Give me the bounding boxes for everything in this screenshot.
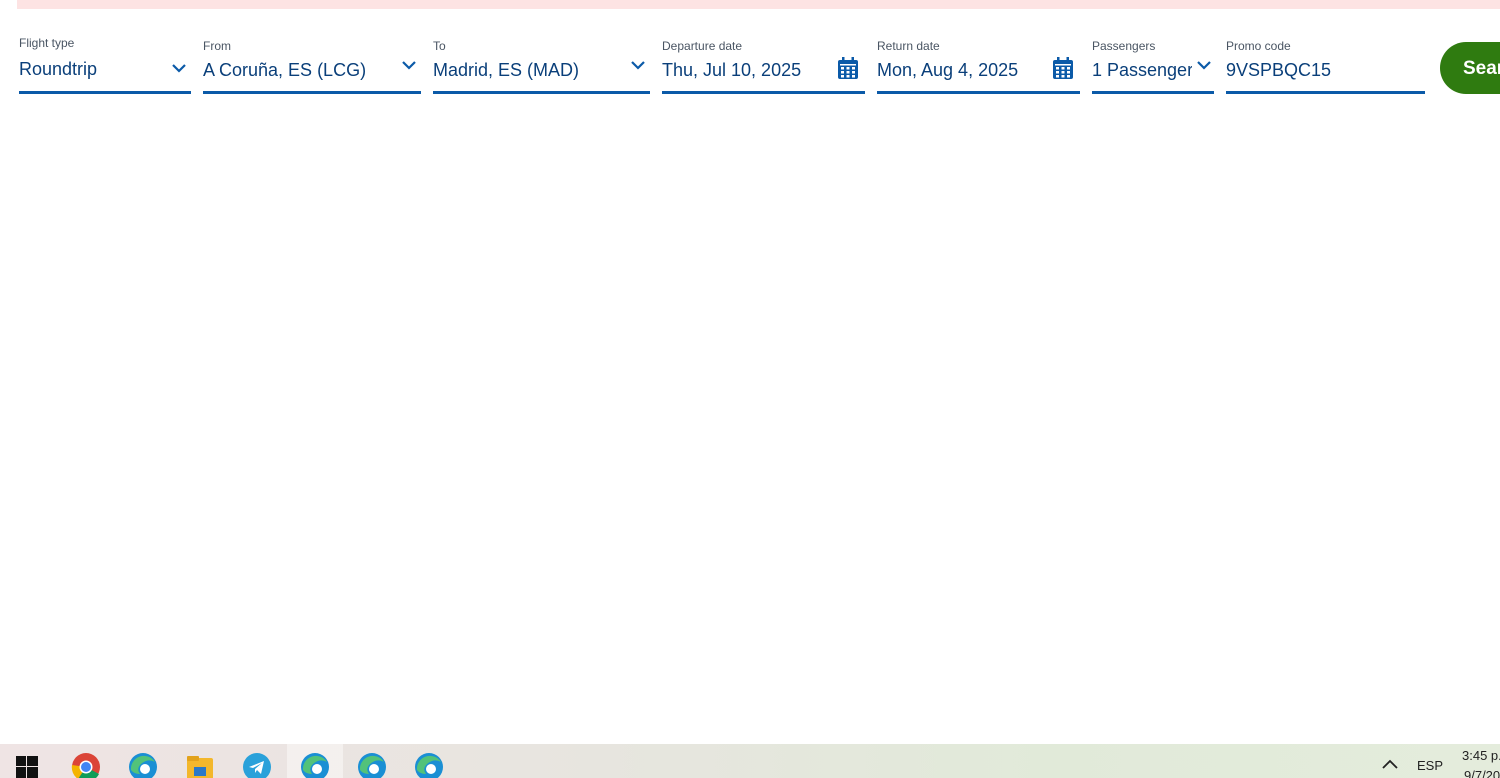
chevron-down-icon <box>631 61 645 70</box>
flight-search-bar: Flight type Roundtrip From A Coruña, ES … <box>0 0 1500 110</box>
to-select[interactable]: To Madrid, ES (MAD) <box>433 36 650 94</box>
to-value: Madrid, ES (MAD) <box>433 60 580 80</box>
edge-icon[interactable] <box>115 744 171 778</box>
passengers-label: Passengers <box>1092 39 1156 53</box>
return-date-field[interactable]: Return date Mon, Aug 4, 2025 <box>877 36 1080 94</box>
main-content-area <box>0 110 1500 744</box>
return-date-label: Return date <box>877 39 940 53</box>
departure-date-label: Departure date <box>662 39 743 53</box>
passengers-value: 1 Passenger <box>1092 60 1192 80</box>
from-value: A Coruña, ES (LCG) <box>203 60 367 80</box>
telegram-icon[interactable] <box>229 744 285 778</box>
clock-date[interactable]: 9/7/20 <box>1464 768 1500 778</box>
flight-type-label: Flight type <box>19 36 75 50</box>
edge-icon[interactable] <box>401 744 457 778</box>
file-explorer-icon[interactable] <box>172 744 228 778</box>
promo-code-input[interactable]: Promo code 9VSPBQC15 <box>1226 36 1425 94</box>
edge-icon[interactable] <box>344 744 400 778</box>
to-label: To <box>433 39 446 53</box>
from-label: From <box>203 39 231 53</box>
calendar-icon[interactable] <box>837 56 859 80</box>
language-indicator[interactable]: ESP <box>1417 758 1443 773</box>
chevron-down-icon <box>402 61 416 70</box>
departure-date-field[interactable]: Departure date Thu, Jul 10, 2025 <box>662 36 865 94</box>
windows-taskbar: ESP 3:45 p. 9/7/20 <box>0 744 1500 778</box>
return-date-value: Mon, Aug 4, 2025 <box>877 60 1019 80</box>
clock-time[interactable]: 3:45 p. <box>1462 748 1500 763</box>
flight-type-value: Roundtrip <box>19 59 98 79</box>
calendar-icon[interactable] <box>1052 56 1074 80</box>
passengers-select[interactable]: Passengers 1 Passenger <box>1092 36 1214 94</box>
search-button[interactable]: Sear <box>1440 42 1500 94</box>
promo-code-label: Promo code <box>1226 39 1291 53</box>
windows-start-icon[interactable] <box>0 744 56 778</box>
chevron-down-icon <box>1197 61 1211 70</box>
departure-date-value: Thu, Jul 10, 2025 <box>662 60 802 80</box>
from-select[interactable]: From A Coruña, ES (LCG) <box>203 36 421 94</box>
chevron-up-icon[interactable] <box>1381 758 1399 770</box>
flight-type-select[interactable]: Flight type Roundtrip <box>19 36 191 94</box>
chrome-icon[interactable] <box>58 744 114 778</box>
edge-icon[interactable] <box>287 744 343 778</box>
promo-code-value: 9VSPBQC15 <box>1226 60 1332 80</box>
chevron-down-icon <box>172 64 186 73</box>
